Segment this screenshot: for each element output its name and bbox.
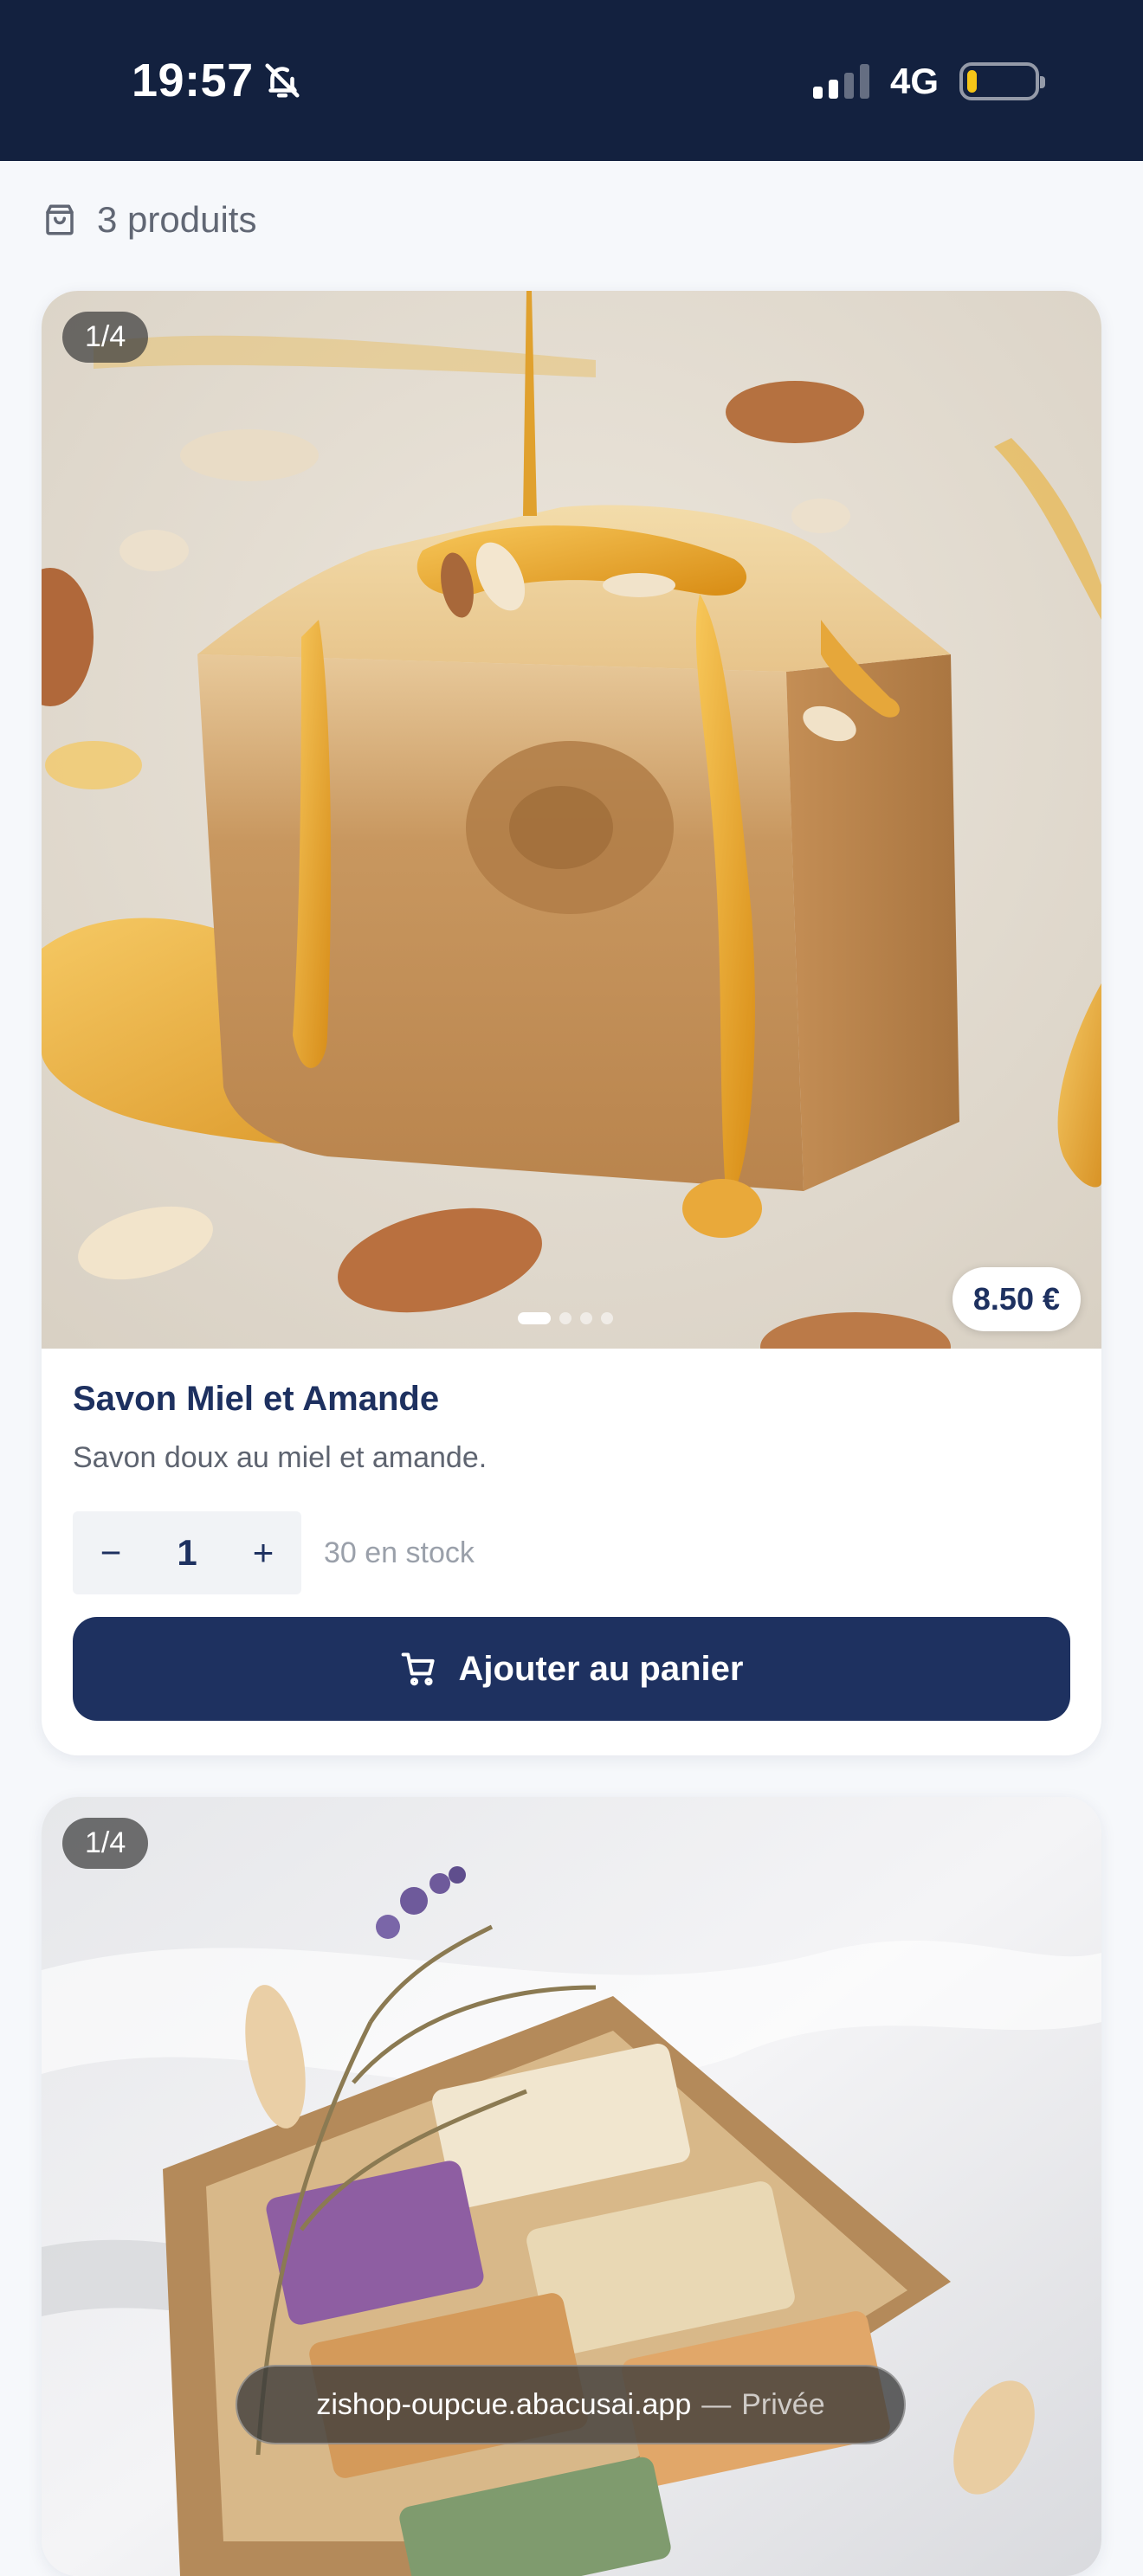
battery-icon — [959, 62, 1045, 100]
cart-icon — [401, 1652, 435, 1686]
quantity-stepper: − 1 + — [73, 1511, 301, 1594]
increment-button[interactable]: + — [225, 1532, 301, 1574]
quantity-value: 1 — [177, 1532, 197, 1573]
product-image-carousel[interactable]: 1/4 — [42, 1797, 1101, 2576]
status-indicators: 4G — [812, 61, 1045, 102]
product-image-carousel[interactable]: 1/4 8.50 € — [42, 291, 1101, 1349]
product-card: 1/4 — [42, 1797, 1101, 2576]
carousel-dot[interactable] — [601, 1312, 613, 1324]
quantity-row: − 1 + 30 en stock — [73, 1511, 1070, 1594]
url-text: zishop-oupcue.abacusai.app — [316, 2387, 692, 2421]
product-photo-soap-honey-almond — [42, 291, 1101, 1349]
bell-muted-icon — [265, 63, 300, 98]
url-separator: — — [701, 2387, 732, 2421]
status-time: 19:57 — [132, 55, 254, 106]
price-badge: 8.50 € — [952, 1267, 1081, 1331]
status-time-group: 19:57 — [132, 54, 302, 107]
carousel-dot[interactable] — [518, 1312, 551, 1324]
product-description: Savon doux au miel et amande. — [73, 1441, 488, 1474]
carousel-dot[interactable] — [559, 1312, 572, 1324]
image-counter: 1/4 — [62, 312, 149, 363]
network-type: 4G — [889, 61, 939, 101]
product-card: 1/4 8.50 € Savon Miel et Amande Savon do… — [42, 291, 1101, 1755]
add-to-cart-button[interactable]: Ajouter au panier — [73, 1617, 1070, 1721]
cart-summary: 3 produits — [42, 199, 256, 241]
private-mode-label: Privée — [741, 2387, 825, 2421]
stock-text: 30 en stock — [324, 1536, 475, 1569]
decrement-button[interactable]: − — [73, 1532, 149, 1574]
shopping-bag-icon — [46, 204, 74, 235]
browser-url-bar[interactable]: zishop-oupcue.abacusai.app — Privée — [236, 2365, 906, 2444]
add-to-cart-label: Ajouter au panier — [458, 1649, 744, 1688]
signal-icon — [812, 64, 869, 99]
carousel-dot[interactable] — [580, 1312, 592, 1324]
status-bar: 19:57 4G — [0, 0, 1143, 161]
product-title: Savon Miel et Amande — [73, 1380, 440, 1418]
product-photo-soap-gift-box — [42, 1797, 1101, 2576]
product-info: Savon Miel et Amande Savon doux au miel … — [42, 1349, 1101, 1721]
image-counter: 1/4 — [62, 1818, 149, 1869]
carousel-dots[interactable] — [518, 1312, 613, 1324]
product-count: 3 produits — [97, 199, 257, 240]
